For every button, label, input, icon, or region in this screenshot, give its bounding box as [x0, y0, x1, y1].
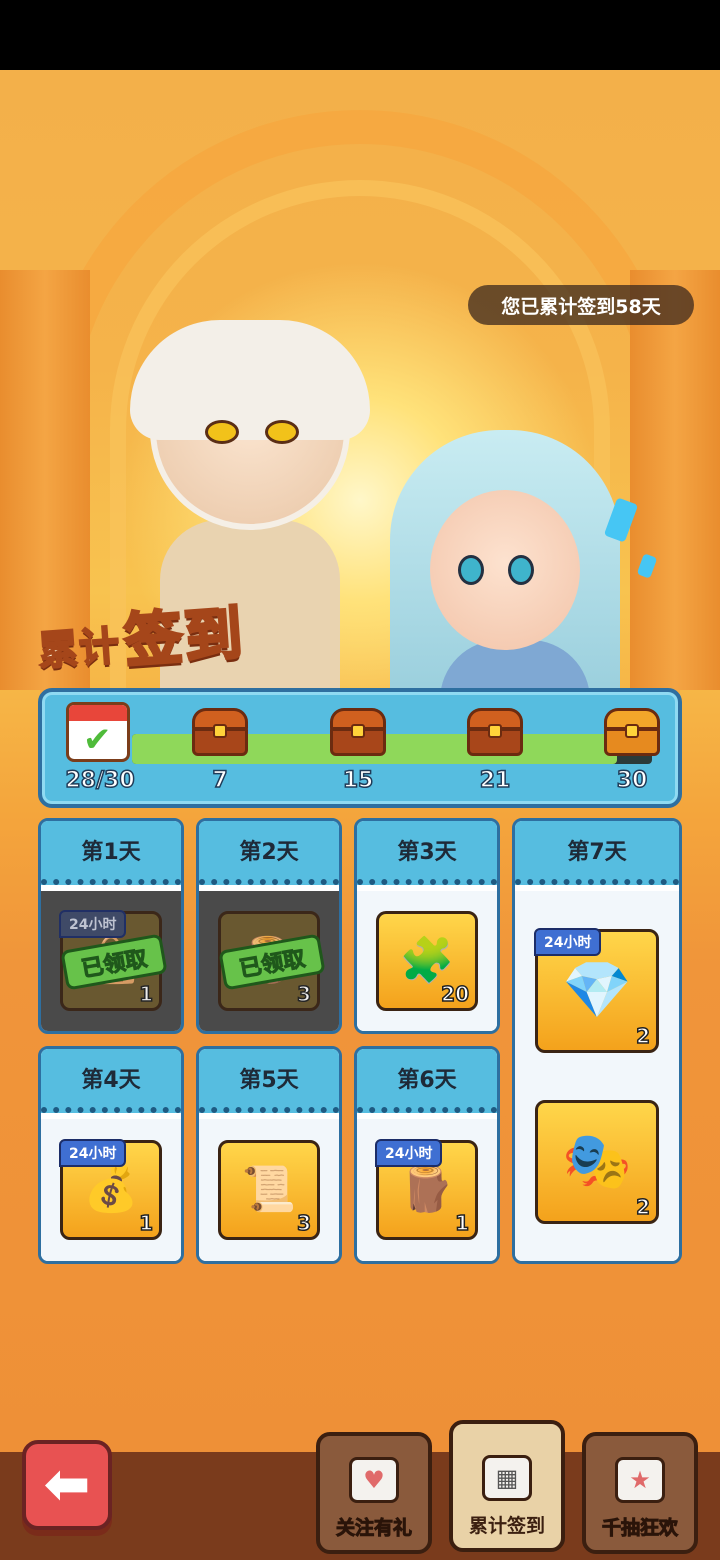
- day-card-6[interactable]: 第6天 🪵 24小时 1: [354, 1046, 500, 1264]
- item-quantity: 1: [138, 1210, 153, 1236]
- gift-star-icon: ★: [615, 1457, 665, 1503]
- item-quantity: 3: [296, 981, 311, 1007]
- hero-warrior-hair: [130, 320, 370, 440]
- purple-gem-chest-icon[interactable]: 💎 24小时 2: [534, 927, 659, 1053]
- day-card-title: 第6天: [357, 1049, 497, 1113]
- right-pillar: [630, 270, 720, 690]
- progress-panel: ✔ 28/30 7 15 21 30: [38, 688, 682, 808]
- milestone-chest-21-icon[interactable]: [467, 708, 523, 756]
- gift-heart-icon: ♥: [349, 1457, 399, 1503]
- progress-current-label: 28/30: [65, 767, 136, 794]
- banner-title: 累计 签到: [36, 594, 248, 676]
- item-quantity: 20: [440, 981, 469, 1007]
- item-quantity: 2: [635, 1194, 650, 1220]
- milestone-label: 7: [212, 767, 229, 794]
- timed-tag: 24小时: [375, 1139, 443, 1167]
- calendar-check-icon: ✔: [66, 702, 130, 762]
- hero-warrior-eye-left: [205, 420, 239, 444]
- day-card-7[interactable]: 第7天 💎 24小时 2 🎭 2: [512, 818, 682, 1264]
- wood-bundle-icon: 🪵 3 已领取: [218, 911, 326, 1011]
- timed-tag: 24小时: [59, 1139, 127, 1167]
- milestone-label: 21: [479, 767, 511, 794]
- milestone-chest-7-icon[interactable]: [192, 708, 248, 756]
- gold-puzzle-icon[interactable]: 🧩 20: [376, 911, 478, 1011]
- banner-title-part1: 累计: [36, 622, 123, 676]
- day-card-title: 第4天: [41, 1049, 181, 1113]
- day-card-title: 第2天: [199, 821, 339, 885]
- item-quantity: 1: [138, 981, 153, 1007]
- day-card-1[interactable]: 第1天 👜 24小时 1 已领取: [38, 818, 184, 1034]
- tab-label: 千抽狂欢: [601, 1517, 678, 1540]
- back-button[interactable]: ⬅: [22, 1440, 112, 1530]
- scroll-icon[interactable]: 📜 3: [218, 1140, 320, 1240]
- day-card-5[interactable]: 第5天 📜 3: [196, 1046, 342, 1264]
- hero-mage-eye-left: [458, 555, 484, 585]
- milestone-chest-30-icon[interactable]: [604, 708, 660, 756]
- status-bar: [0, 0, 720, 70]
- item-quantity: 3: [296, 1210, 311, 1236]
- total-checkin-badge: 您已累计签到58天: [468, 285, 694, 325]
- gold-mask-icon[interactable]: 🎭 2: [535, 1099, 659, 1224]
- timed-tag: 24小时: [59, 910, 127, 938]
- gem-sack-icon[interactable]: 💰 24小时 1: [59, 1139, 162, 1240]
- milestone-chest-15-icon[interactable]: [330, 708, 386, 756]
- day-card-title: 第7天: [515, 821, 679, 885]
- day-card-title: 第3天: [357, 821, 497, 885]
- tab-label: 关注有礼: [335, 1517, 412, 1540]
- day-card-3[interactable]: 第3天 🧩 20: [354, 818, 500, 1034]
- tab-cumulative-checkin[interactable]: ▦ 累计签到: [449, 1420, 565, 1552]
- tab-thousand-draws[interactable]: ★ 千抽狂欢: [582, 1432, 698, 1554]
- item-quantity: 2: [635, 1023, 650, 1049]
- day-card-4[interactable]: 第4天 💰 24小时 1: [38, 1046, 184, 1264]
- calendar-icon: ▦: [482, 1455, 532, 1501]
- timed-tag: 24小时: [534, 927, 602, 956]
- day-card-title: 第1天: [41, 821, 181, 885]
- hero-warrior-eye-right: [265, 420, 299, 444]
- day-card-2[interactable]: 第2天 🪵 3 已领取: [196, 818, 342, 1034]
- log-icon[interactable]: 🪵 24小时 1: [375, 1139, 478, 1240]
- grain-bag-icon: 👜 24小时 1 已领取: [59, 910, 168, 1011]
- day-card-title: 第5天: [199, 1049, 339, 1113]
- banner-title-part2: 签到: [121, 597, 248, 676]
- back-arrow-icon: ⬅: [43, 1452, 91, 1517]
- tab-label: 累计签到: [468, 1515, 545, 1537]
- milestone-label: 15: [342, 767, 374, 794]
- tab-follow-gift[interactable]: ♥ 关注有礼: [316, 1432, 432, 1554]
- hero-mage-eye-right: [508, 555, 534, 585]
- milestone-label: 30: [616, 767, 648, 794]
- hero-mage-head: [430, 490, 580, 650]
- item-quantity: 1: [454, 1210, 469, 1236]
